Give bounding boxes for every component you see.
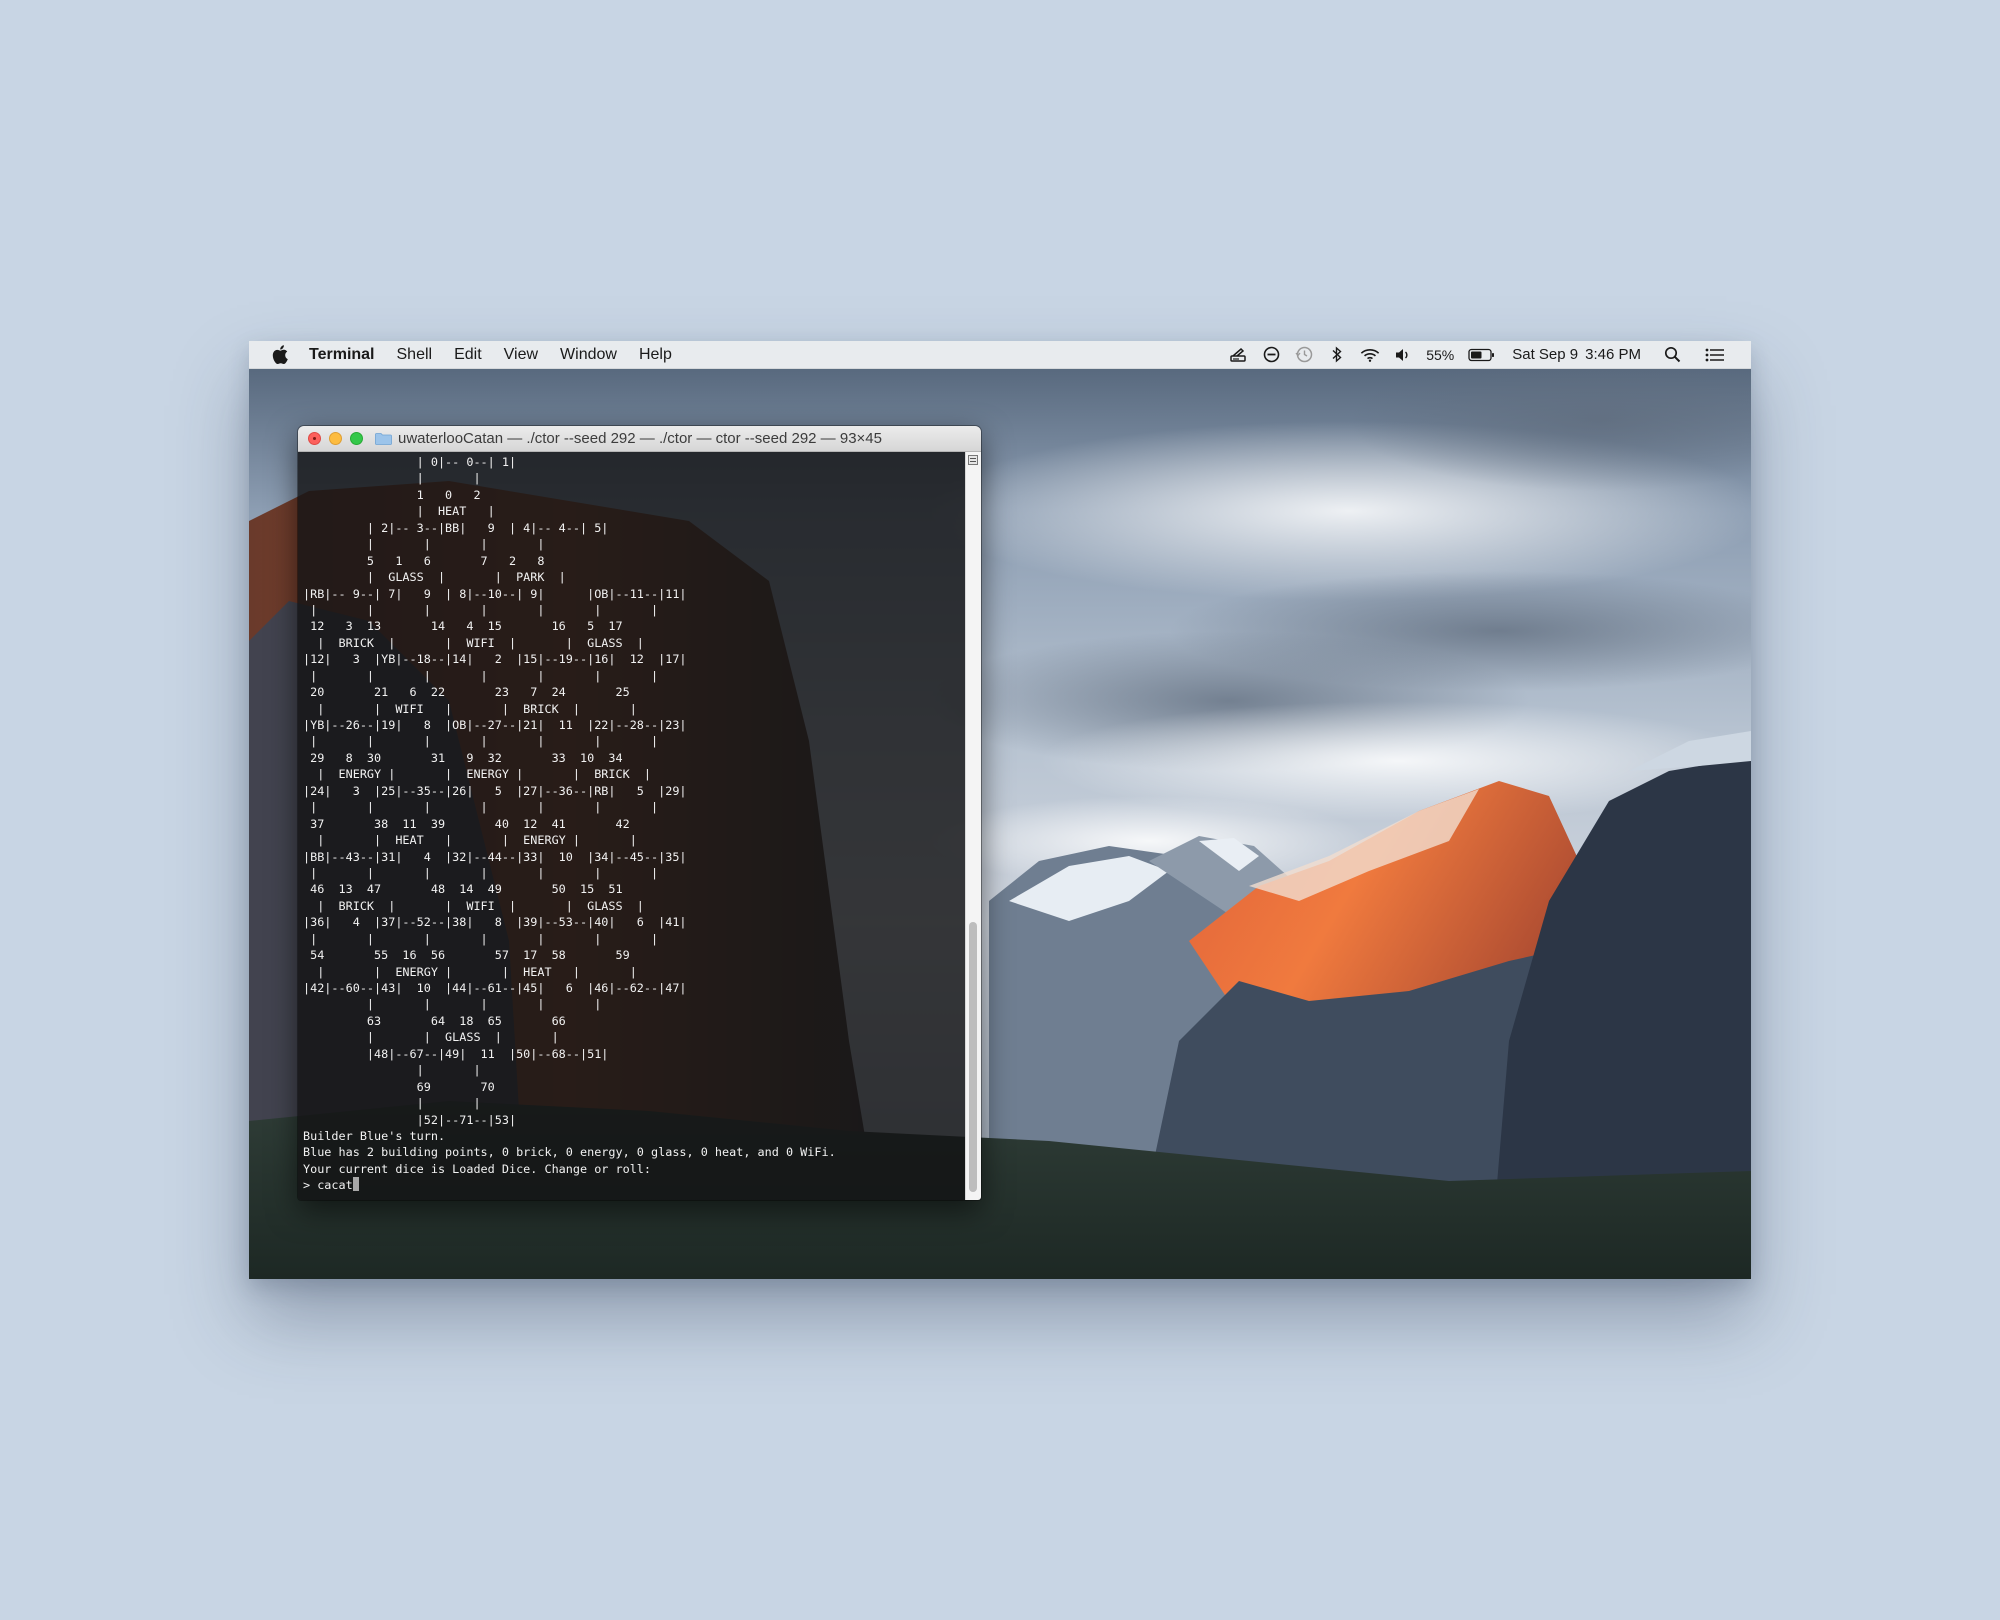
terminal-line: 5 1 6 7 2 8 bbox=[303, 553, 545, 568]
notification-center-icon[interactable] bbox=[1705, 345, 1725, 365]
bluetooth-icon[interactable] bbox=[1327, 345, 1347, 365]
terminal-prompt-line[interactable]: > cacat bbox=[303, 1177, 953, 1193]
prompt-input-text[interactable]: > cacat bbox=[303, 1178, 353, 1192]
scroll-lines-icon[interactable] bbox=[968, 455, 978, 465]
terminal-line: |12| 3 |YB|--18--|14| 2 |15|--19--|16| 1… bbox=[303, 652, 687, 667]
terminal-line: Builder Blue's turn. bbox=[303, 1128, 446, 1143]
terminal-line: | BRICK | | WIFI | | GLASS | bbox=[303, 898, 644, 913]
terminal-line: | | | | | bbox=[303, 997, 602, 1012]
terminal-line: | ENERGY | | ENERGY | | BRICK | bbox=[303, 767, 652, 782]
terminal-line: | | | | | | | bbox=[303, 931, 659, 946]
spotlight-search-icon[interactable] bbox=[1662, 345, 1682, 365]
terminal-line: | | | | | | | bbox=[303, 602, 659, 617]
zoom-button[interactable] bbox=[350, 432, 363, 445]
terminal-titlebar[interactable]: uwaterlooCatan — ./ctor --seed 292 — ./c… bbox=[298, 426, 981, 452]
terminal-line: | | bbox=[303, 1063, 481, 1078]
terminal-line: 54 55 16 56 57 17 58 59 bbox=[303, 948, 630, 963]
menu-shell[interactable]: Shell bbox=[397, 346, 433, 364]
terminal-line: |24| 3 |25|--35--|26| 5 |27|--36--|RB| 5… bbox=[303, 783, 687, 798]
clock-time[interactable]: 3:46 PM bbox=[1585, 346, 1641, 363]
terminal-line: | | GLASS | | bbox=[303, 1030, 559, 1045]
volume-icon[interactable] bbox=[1393, 345, 1413, 365]
terminal-line: 29 8 30 31 9 32 33 10 34 bbox=[303, 750, 623, 765]
time-machine-icon[interactable] bbox=[1294, 345, 1314, 365]
battery-icon[interactable] bbox=[1467, 345, 1495, 365]
menu-edit[interactable]: Edit bbox=[454, 346, 482, 364]
menu-app-terminal[interactable]: Terminal bbox=[309, 346, 375, 364]
terminal-line: |RB|-- 9--| 7| 9 | 8|--10--| 9| |OB|--11… bbox=[303, 586, 687, 601]
terminal-line: | | WIFI | | BRICK | | bbox=[303, 701, 637, 716]
terminal-line: | 2|-- 3--|BB| 9 | 4|-- 4--| 5| bbox=[303, 520, 609, 535]
scanner-icon[interactable] bbox=[1228, 345, 1248, 365]
terminal-line: |YB|--26--|19| 8 |OB|--27--|21| 11 |22|-… bbox=[303, 718, 687, 732]
scrollbar-thumb[interactable] bbox=[969, 922, 977, 1192]
terminal-line: | | bbox=[303, 471, 481, 486]
terminal-line: |48|--67--|49| 11 |50|--68--|51| bbox=[303, 1046, 609, 1061]
folder-icon bbox=[375, 432, 392, 445]
menu-window[interactable]: Window bbox=[560, 346, 617, 364]
terminal-line: | | HEAT | | ENERGY | | bbox=[303, 833, 637, 848]
battery-percent: 55% bbox=[1426, 346, 1455, 363]
terminal-line: | | | | | | | bbox=[303, 668, 659, 683]
menu-help[interactable]: Help bbox=[639, 346, 672, 364]
menu-bar: Terminal Shell Edit View Window Help 55%… bbox=[249, 341, 1751, 369]
text-cursor bbox=[352, 1177, 359, 1192]
scrollbar[interactable] bbox=[965, 452, 981, 1200]
desktop-screen: Terminal Shell Edit View Window Help 55%… bbox=[249, 341, 1751, 1279]
minimize-button[interactable] bbox=[329, 432, 342, 445]
apple-menu-icon[interactable] bbox=[271, 345, 289, 365]
dnd-icon[interactable] bbox=[1261, 345, 1281, 365]
terminal-line: Blue has 2 building points, 0 brick, 0 e… bbox=[303, 1145, 836, 1160]
clock-date[interactable]: Sat Sep 9 bbox=[1512, 346, 1578, 363]
window-title: uwaterlooCatan — ./ctor --seed 292 — ./c… bbox=[398, 430, 882, 447]
terminal-output[interactable]: | 0|-- 0--| 1| | | 1 0 2 | HEAT | | 2|--… bbox=[303, 454, 953, 1198]
terminal-line: |52|--71--|53| bbox=[303, 1112, 517, 1127]
wifi-icon[interactable] bbox=[1360, 345, 1380, 365]
terminal-line: | 0|-- 0--| 1| bbox=[303, 455, 517, 469]
menu-view[interactable]: View bbox=[504, 346, 538, 364]
terminal-line: Your current dice is Loaded Dice. Change… bbox=[303, 1161, 652, 1176]
terminal-line: 37 38 11 39 40 12 41 42 bbox=[303, 816, 630, 831]
terminal-line: | BRICK | | WIFI | | GLASS | bbox=[303, 635, 644, 650]
terminal-line: 20 21 6 22 23 7 24 25 bbox=[303, 685, 630, 700]
terminal-window: uwaterlooCatan — ./ctor --seed 292 — ./c… bbox=[298, 426, 981, 1200]
terminal-line: 69 70 bbox=[303, 1079, 495, 1094]
terminal-line: | | bbox=[303, 1096, 481, 1111]
terminal-line: 12 3 13 14 4 15 16 5 17 bbox=[303, 619, 623, 634]
terminal-line: |42|--60--|43| 10 |44|--61--|45| 6 |46|-… bbox=[303, 981, 687, 995]
terminal-line: | | | | | | | bbox=[303, 800, 659, 815]
terminal-line: 1 0 2 bbox=[303, 487, 481, 502]
status-area: 55% Sat Sep 9 3:46 PM bbox=[1228, 341, 1725, 368]
terminal-body[interactable]: | 0|-- 0--| 1| | | 1 0 2 | HEAT | | 2|--… bbox=[298, 452, 981, 1200]
terminal-line: | HEAT | bbox=[303, 504, 495, 519]
terminal-line: | GLASS | | PARK | bbox=[303, 570, 566, 585]
terminal-line: 63 64 18 65 66 bbox=[303, 1013, 566, 1028]
terminal-line: | | | | | | | bbox=[303, 734, 659, 749]
terminal-line: |36| 4 |37|--52--|38| 8 |39|--53--|40| 6… bbox=[303, 915, 687, 930]
terminal-line: 46 13 47 48 14 49 50 15 51 bbox=[303, 882, 623, 897]
terminal-line: |BB|--43--|31| 4 |32|--44--|33| 10 |34|-… bbox=[303, 849, 687, 864]
terminal-line: | | ENERGY | | HEAT | | bbox=[303, 964, 637, 979]
close-button[interactable] bbox=[308, 432, 321, 445]
terminal-line: | | | | bbox=[303, 537, 545, 552]
terminal-line: | | | | | | | bbox=[303, 865, 659, 880]
